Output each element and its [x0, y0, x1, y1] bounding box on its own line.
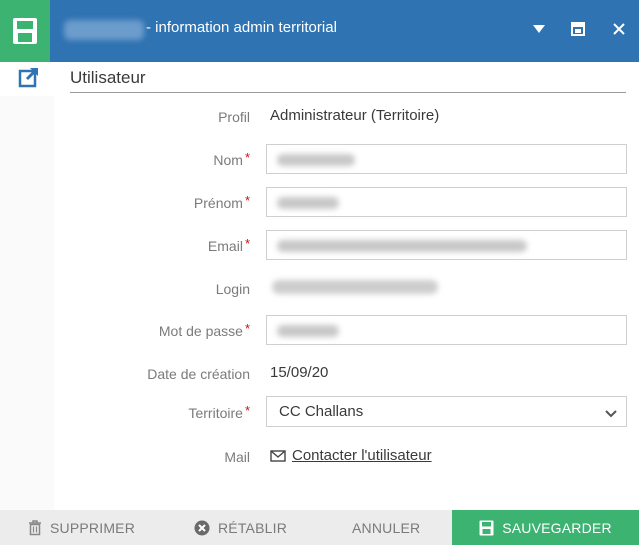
- window-title: - information admin territorial: [146, 19, 337, 36]
- profil-value: Administrateur (Territoire): [270, 107, 440, 124]
- required-marker: *: [244, 193, 250, 208]
- footer-toolbar: SUPPRIMER RÉTABLIR ANNULER SAUVEGARDER: [0, 510, 639, 545]
- external-edit-icon[interactable]: [18, 66, 42, 90]
- save-label: SAUVEGARDER: [502, 519, 612, 536]
- trash-icon: [29, 519, 41, 535]
- nom-label: Nom *: [213, 150, 250, 168]
- save-icon: [479, 520, 494, 535]
- required-marker: *: [244, 321, 250, 336]
- left-gutter: [0, 96, 54, 510]
- cancel-label: ANNULER: [352, 519, 421, 536]
- chevron-down-icon: [605, 410, 617, 418]
- date-creation-value: 15/09/20: [270, 364, 329, 381]
- login-label: Login: [215, 281, 250, 297]
- password-field[interactable]: [266, 315, 627, 345]
- mail-label: Mail: [224, 449, 250, 465]
- password-redacted: [277, 325, 339, 337]
- email-redacted: [277, 240, 527, 252]
- nom-redacted: [277, 154, 355, 166]
- territoire-label: Territoire *: [188, 403, 250, 421]
- title-redacted: [64, 20, 144, 40]
- save-button[interactable]: SAUVEGARDER: [452, 510, 639, 545]
- window-save-icon[interactable]: [0, 0, 50, 62]
- restore-button[interactable]: RÉTABLIR: [194, 510, 287, 545]
- save-icon: [13, 18, 37, 44]
- email-field[interactable]: [266, 230, 627, 260]
- envelope-icon: [270, 449, 286, 462]
- section-divider: [70, 92, 626, 93]
- prenom-redacted: [277, 197, 339, 209]
- delete-label: SUPPRIMER: [50, 519, 136, 536]
- territoire-selected-value: CC Challans: [279, 403, 364, 420]
- x-circle-icon: [194, 520, 210, 535]
- login-redacted: [272, 280, 438, 294]
- date-creation-label: Date de création: [147, 366, 250, 382]
- prenom-field[interactable]: [266, 187, 627, 217]
- required-marker: *: [244, 150, 250, 165]
- title-bar: - information admin territorial: [0, 0, 639, 62]
- prenom-label: Prénom *: [193, 193, 250, 211]
- section-header: Utilisateur: [0, 62, 639, 96]
- delete-button[interactable]: SUPPRIMER: [28, 510, 135, 545]
- contact-user-link[interactable]: Contacter l'utilisateur: [292, 447, 432, 464]
- required-marker: *: [244, 403, 250, 418]
- required-marker: *: [244, 236, 250, 251]
- mail-contact: Contacter l'utilisateur: [270, 447, 432, 464]
- territoire-select[interactable]: CC Challans: [266, 396, 627, 427]
- password-label: Mot de passe *: [158, 321, 250, 339]
- email-label: Email *: [207, 236, 250, 254]
- section-title: Utilisateur: [70, 68, 146, 87]
- restore-label: RÉTABLIR: [218, 519, 288, 536]
- profil-label: Profil: [218, 109, 250, 125]
- cancel-button[interactable]: ANNULER: [352, 510, 420, 545]
- caret-down-icon[interactable]: [524, 14, 554, 44]
- nom-field[interactable]: [266, 144, 627, 174]
- restore-window-icon[interactable]: [563, 14, 593, 44]
- close-icon[interactable]: [604, 14, 634, 44]
